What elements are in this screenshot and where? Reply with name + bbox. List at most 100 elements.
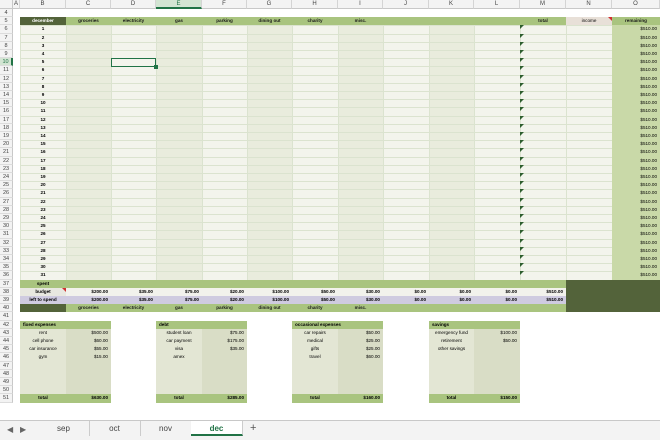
row-header-15[interactable]: 15 xyxy=(0,99,13,108)
column-header-n[interactable]: N xyxy=(566,0,612,9)
row-header-29[interactable]: 29 xyxy=(0,214,13,223)
column-header-e[interactable]: E xyxy=(156,0,202,9)
row-header-10[interactable]: 10 xyxy=(0,58,13,67)
column-header-a[interactable]: A xyxy=(13,0,20,9)
panel-item-name: rent xyxy=(39,329,47,335)
left-to-spend-value: $200.00 xyxy=(66,296,111,305)
spreadsheet-grid[interactable]: A B C D E F G H I J K L M N O 4 5 6 7 8 9 10 11 12 13 14 15 16 17 18 1… xyxy=(0,0,660,420)
tab-nov[interactable]: nov xyxy=(140,421,192,436)
row-header-42[interactable]: 42 xyxy=(0,320,13,329)
row-header-30[interactable]: 30 xyxy=(0,222,13,231)
header-charity: charity xyxy=(292,17,338,26)
panel-title: fixed expenses xyxy=(20,320,111,329)
row-header-23[interactable]: 23 xyxy=(0,164,13,173)
row-header-38[interactable]: 38 xyxy=(0,287,13,296)
table-gridline xyxy=(20,82,660,84)
column-header-f[interactable]: F xyxy=(202,0,247,9)
scroll-left-icon[interactable]: ◀ xyxy=(7,425,13,434)
column-header-k[interactable]: K xyxy=(429,0,474,9)
row-header-44[interactable]: 44 xyxy=(0,337,13,346)
row-header-39[interactable]: 39 xyxy=(0,296,13,305)
panel-item-name: cell phone xyxy=(32,338,54,343)
row-header-24[interactable]: 24 xyxy=(0,173,13,182)
row-header-36[interactable]: 36 xyxy=(0,271,13,280)
row-header-34[interactable]: 34 xyxy=(0,255,13,264)
column-header-l[interactable]: L xyxy=(474,0,520,9)
table-gridline xyxy=(20,33,660,35)
day-label: 1 xyxy=(41,26,45,32)
row-header-6[interactable]: 6 xyxy=(0,25,13,34)
panel-item-name: other savings xyxy=(437,346,466,352)
row-header-14[interactable]: 14 xyxy=(0,91,13,100)
day-label: 17 xyxy=(40,157,46,163)
scroll-right-icon[interactable]: ▶ xyxy=(20,425,26,434)
day-label: 27 xyxy=(40,239,46,245)
row-header-40[interactable]: 40 xyxy=(0,304,13,313)
tab-dec[interactable]: dec xyxy=(191,421,243,436)
header-misc: misc. xyxy=(338,17,383,26)
select-all-corner[interactable] xyxy=(0,0,13,9)
column-header-b[interactable]: B xyxy=(20,0,66,9)
day-label: 14 xyxy=(40,133,46,138)
table-gridline xyxy=(20,74,660,76)
row-header-20[interactable]: 20 xyxy=(0,140,13,149)
row-header-41[interactable]: 41 xyxy=(0,312,13,321)
row-header-25[interactable]: 25 xyxy=(0,181,13,190)
column-header-d[interactable]: D xyxy=(111,0,156,9)
column-header-i[interactable]: I xyxy=(338,0,383,9)
row-header-50[interactable]: 50 xyxy=(0,386,13,395)
table-gridline xyxy=(20,107,660,109)
row-header-17[interactable]: 17 xyxy=(0,115,13,124)
table-colline xyxy=(383,25,384,280)
row-header-7[interactable]: 7 xyxy=(0,33,13,42)
row-header-9[interactable]: 9 xyxy=(0,50,13,59)
row-header-12[interactable]: 12 xyxy=(0,74,13,83)
tab-oct[interactable]: oct xyxy=(89,421,141,436)
remaining-value: $510.00 xyxy=(612,50,660,59)
table-gridline xyxy=(20,156,660,158)
selected-cell[interactable] xyxy=(111,58,158,70)
column-header-o[interactable]: O xyxy=(612,0,660,9)
row-header-8[interactable]: 8 xyxy=(0,41,13,50)
column-header-m[interactable]: M xyxy=(520,0,566,9)
row-header-48[interactable]: 48 xyxy=(0,369,13,378)
row-header-5[interactable]: 5 xyxy=(0,17,13,26)
row-header-16[interactable]: 16 xyxy=(0,107,13,116)
budget-value: $20.00 xyxy=(202,287,247,296)
table-gridline xyxy=(20,99,660,101)
row-header-37[interactable]: 37 xyxy=(0,279,13,288)
row-header-46[interactable]: 46 xyxy=(0,353,13,362)
panel-item-name: retirement xyxy=(441,338,462,343)
day-label: 20 xyxy=(40,182,46,188)
row-header-22[interactable]: 22 xyxy=(0,156,13,165)
column-header-h[interactable]: H xyxy=(292,0,338,9)
row-header-47[interactable]: 47 xyxy=(0,361,13,370)
row-header-4[interactable]: 4 xyxy=(0,9,13,18)
row-header-13[interactable]: 13 xyxy=(0,82,13,91)
row-header-32[interactable]: 32 xyxy=(0,238,13,247)
tab-sep[interactable]: sep xyxy=(38,421,90,436)
row-header-33[interactable]: 33 xyxy=(0,246,13,255)
row-header-27[interactable]: 27 xyxy=(0,197,13,206)
row-header-21[interactable]: 21 xyxy=(0,148,13,157)
row-header-49[interactable]: 49 xyxy=(0,378,13,387)
add-sheet-icon[interactable]: + xyxy=(250,422,256,434)
row-header-11[interactable]: 11 xyxy=(0,66,13,75)
row-header-19[interactable]: 19 xyxy=(0,132,13,141)
row-header-45[interactable]: 45 xyxy=(0,345,13,354)
table-col-band xyxy=(429,25,474,280)
formula-marker xyxy=(520,214,524,218)
row-header-31[interactable]: 31 xyxy=(0,230,13,239)
column-header-g[interactable]: G xyxy=(247,0,292,9)
column-header-j[interactable]: J xyxy=(383,0,429,9)
row-header-43[interactable]: 43 xyxy=(0,328,13,337)
row-header-28[interactable]: 28 xyxy=(0,205,13,214)
column-header-c[interactable]: C xyxy=(66,0,111,9)
header-dining-out: dining out xyxy=(247,17,292,26)
row-header-18[interactable]: 18 xyxy=(0,123,13,132)
row-header-26[interactable]: 26 xyxy=(0,189,13,198)
row-header-51[interactable]: 51 xyxy=(0,394,13,403)
panel-title: occasional expenses xyxy=(292,320,383,329)
table-gridline xyxy=(20,41,660,43)
row-header-35[interactable]: 35 xyxy=(0,263,13,272)
